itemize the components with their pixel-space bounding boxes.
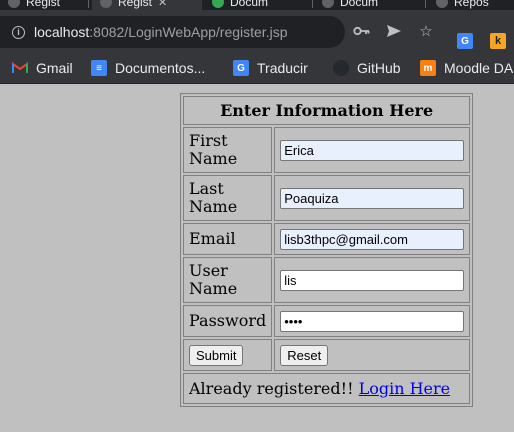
tab-docs-1[interactable]: Docum (212, 0, 268, 10)
page-content: Enter Information Here First Name Last N… (0, 84, 514, 432)
browser-toolbar: i localhost:8082/LoginWebApp/register.js… (0, 10, 514, 53)
bookmark-documentos[interactable]: ≡ Documentos... (91, 53, 205, 83)
bookmark-traducir[interactable]: G Traducir (233, 53, 308, 83)
github-icon (333, 60, 349, 76)
bookmark-label: Moodle DA (444, 60, 514, 76)
gmail-icon (12, 60, 28, 76)
last-name-input[interactable] (280, 187, 465, 209)
tab-label: Docum (230, 0, 269, 9)
send-icon[interactable] (384, 20, 404, 42)
tab-register-active[interactable]: Regist ✕ (92, 0, 202, 10)
github-favicon-icon (436, 0, 448, 8)
favicon-icon (8, 0, 20, 8)
bookmarks-bar: Gmail ≡ Documentos... G Traducir GitHub … (0, 53, 514, 84)
already-registered-text: Already registered!! (189, 379, 359, 398)
moodle-icon: m (420, 60, 436, 76)
bookmark-label: Traducir (257, 60, 308, 76)
bookmark-gmail[interactable]: Gmail (12, 53, 73, 83)
tab-separator (425, 0, 426, 8)
last-name-label: Last Name (183, 175, 273, 221)
registration-form: Enter Information Here First Name Last N… (180, 93, 474, 407)
tab-separator (88, 0, 89, 8)
first-name-input[interactable] (280, 139, 465, 161)
password-label: Password (183, 305, 273, 337)
bookmark-label: GitHub (357, 60, 401, 76)
form-heading: Enter Information Here (183, 96, 471, 125)
tab-separator (312, 0, 313, 8)
translate-extension-icon[interactable]: G (457, 33, 473, 49)
address-bar[interactable]: i localhost:8082/LoginWebApp/register.js… (0, 16, 345, 48)
submit-button[interactable]: Submit (189, 344, 244, 366)
url-text[interactable]: localhost:8082/LoginWebApp/register.jsp (34, 24, 287, 40)
translate-icon: G (233, 60, 249, 76)
bookmark-moodle[interactable]: m Moodle DA (420, 53, 513, 83)
site-info-icon[interactable]: i (12, 25, 25, 39)
tab-label: Repos (454, 0, 489, 9)
bookmark-label: Gmail (36, 60, 73, 76)
k-extension-icon[interactable]: k (490, 33, 506, 49)
favicon-icon (100, 0, 112, 8)
password-input[interactable] (280, 310, 465, 332)
user-name-label: User Name (183, 257, 273, 303)
already-registered-row: Already registered!! Login Here (183, 373, 471, 404)
tab-label: Regist (118, 0, 153, 9)
email-input[interactable] (280, 228, 465, 250)
reset-button[interactable]: Reset (280, 344, 329, 366)
star-icon[interactable]: ☆ (416, 20, 436, 42)
bookmark-label: Documentos... (115, 60, 206, 76)
key-icon[interactable] (352, 20, 372, 42)
close-tab-icon[interactable]: ✕ (158, 0, 167, 9)
url-host: localhost (34, 24, 90, 40)
tab-repos[interactable]: Repos (436, 0, 489, 10)
tab-label: Regist (26, 0, 61, 9)
login-link[interactable]: Login Here (359, 379, 451, 398)
email-label: Email (183, 223, 273, 255)
docs-icon: ≡ (91, 60, 107, 76)
tab-register-1[interactable]: Regist (8, 0, 60, 10)
tab-strip: Regist Regist ✕ Docum Docum Repos (0, 0, 514, 10)
first-name-label: First Name (183, 127, 273, 173)
user-name-input[interactable] (280, 269, 465, 291)
tab-label: Docum (340, 0, 379, 9)
bookmark-github[interactable]: GitHub (333, 53, 401, 83)
chrome-favicon-icon (212, 0, 224, 8)
tab-docs-2[interactable]: Docum (322, 0, 378, 10)
github-favicon-icon (322, 0, 334, 8)
url-path: :8082/LoginWebApp/register.jsp (89, 24, 288, 40)
